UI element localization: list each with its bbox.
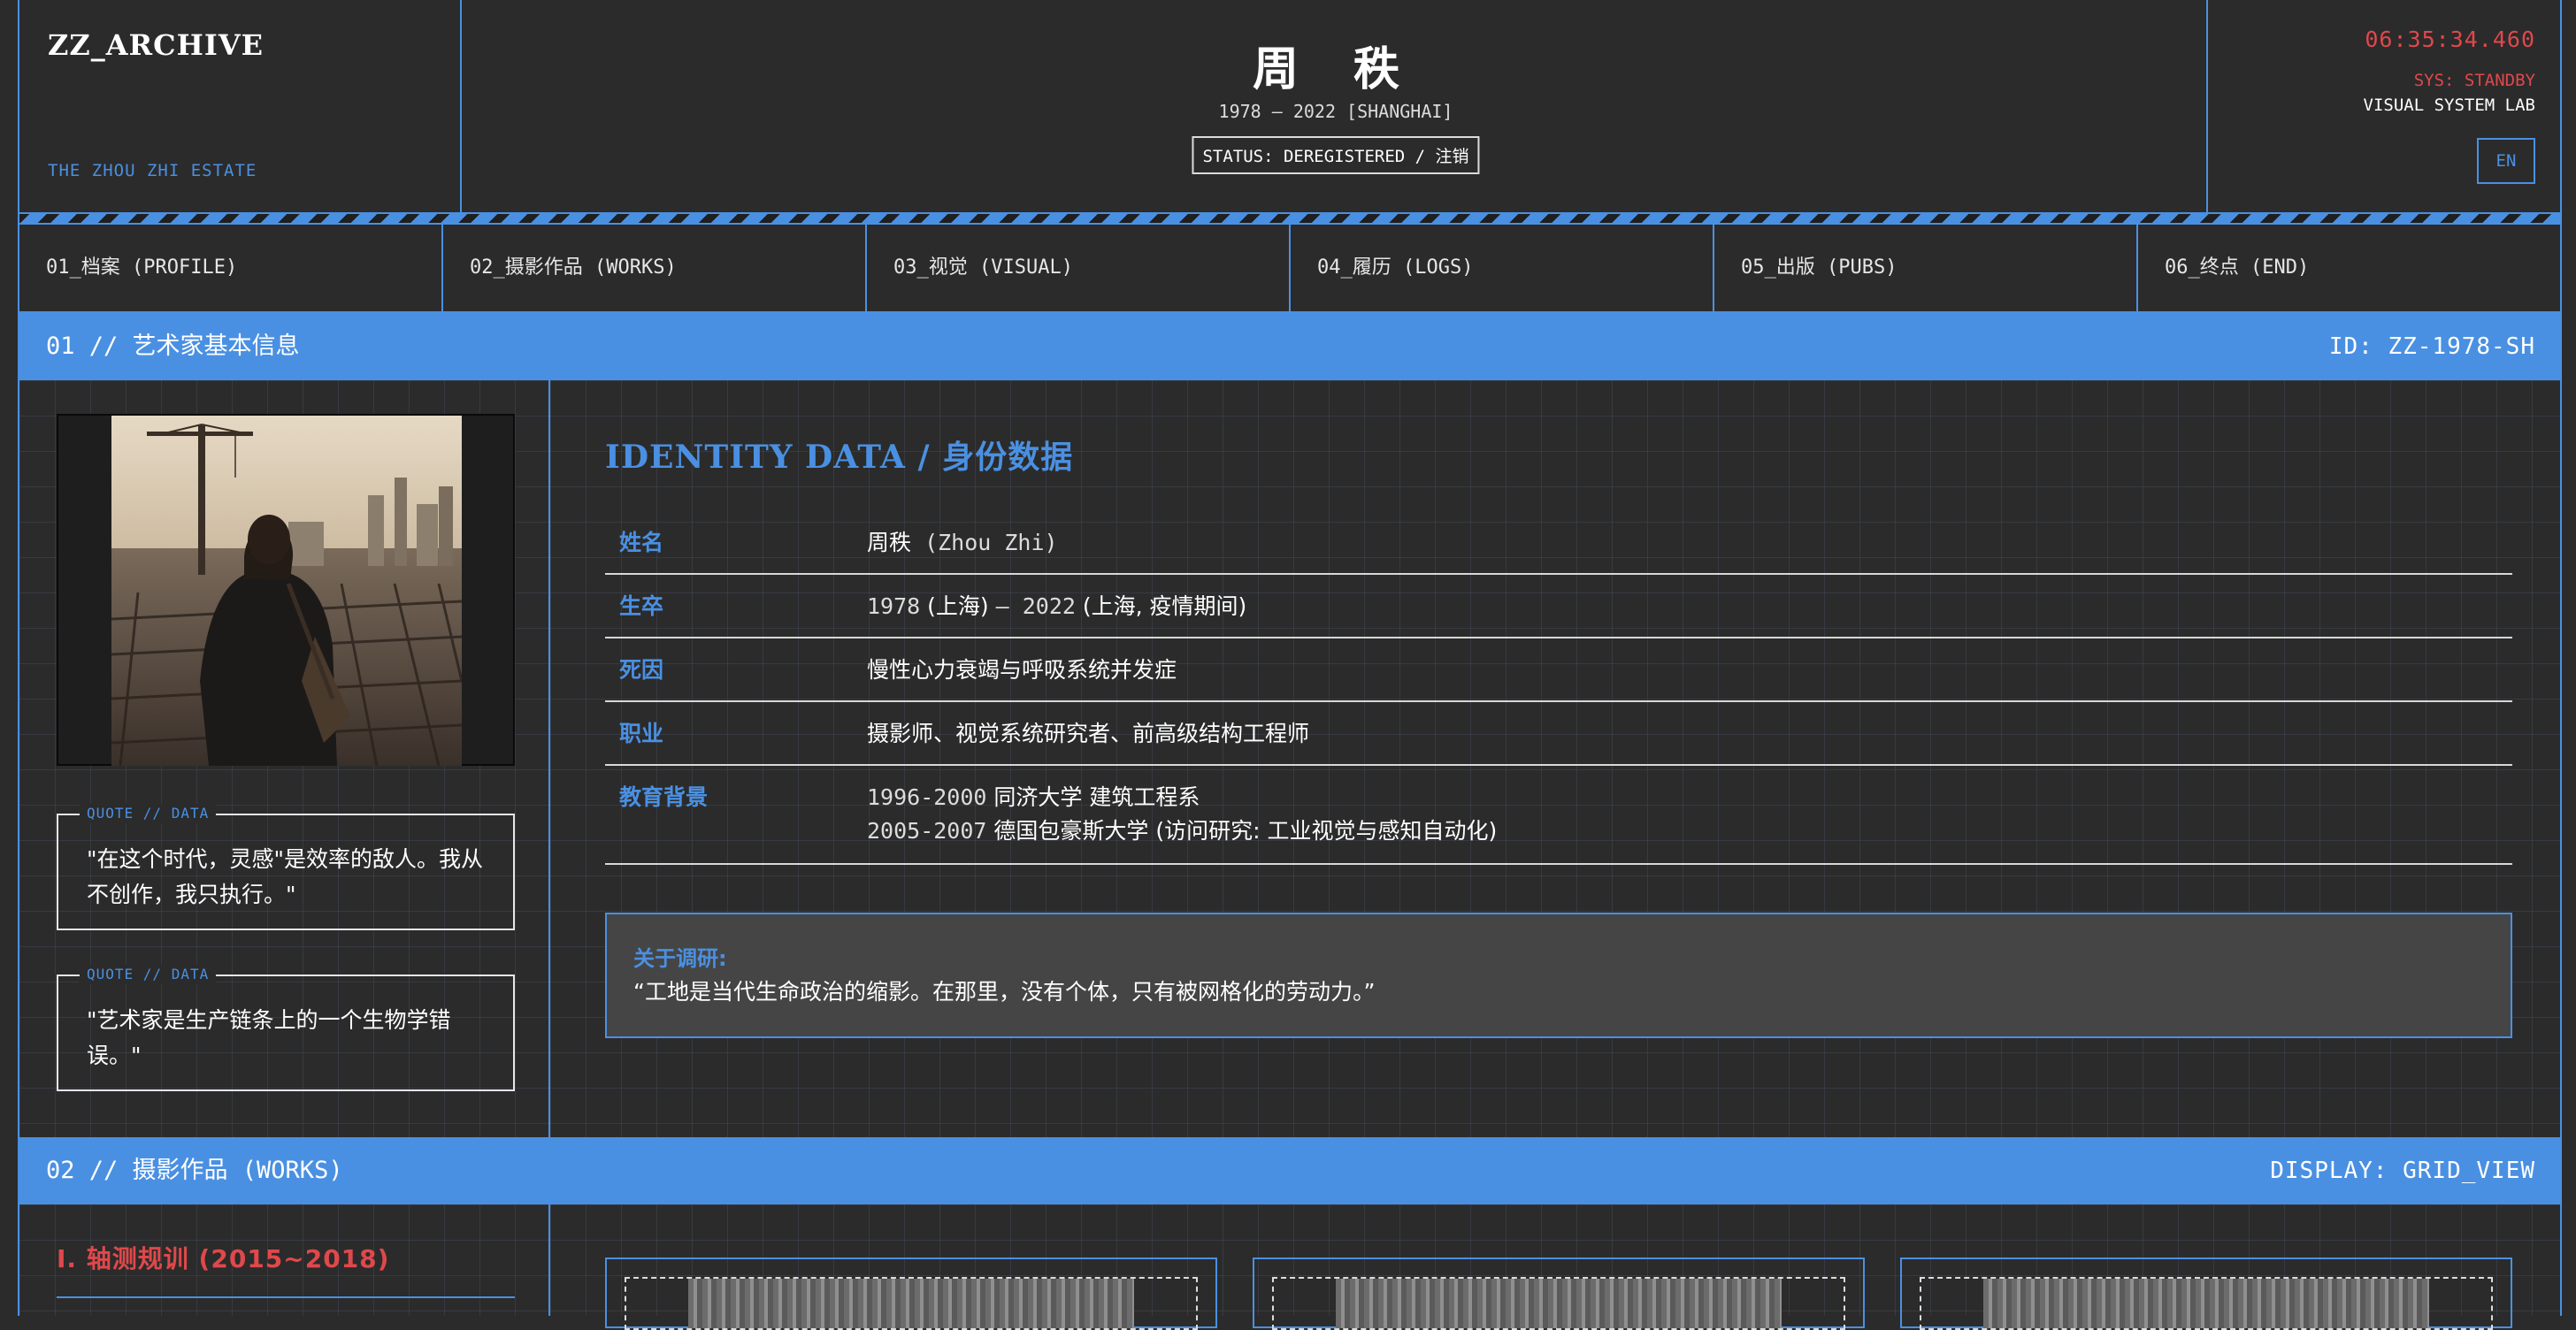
- language-toggle-button[interactable]: EN: [2477, 138, 2535, 184]
- identity-value: 1978 (上海) — 2022 (上海, 疫情期间): [867, 575, 1246, 638]
- artist-portrait-photo[interactable]: [111, 416, 462, 766]
- profile-section: QUOTE // DATA "在这个时代，灵感"是效率的敌人。我从不创作，我只执…: [19, 380, 2560, 1137]
- nav-tab-visual[interactable]: 03_视觉 (VISUAL): [867, 225, 1291, 311]
- identity-key: 死因: [619, 657, 664, 683]
- work-card-3[interactable]: [1900, 1257, 2512, 1330]
- work-image-frame: [625, 1277, 1198, 1330]
- research-text: “工地是当代生命政治的缩影。在那里，没有个体，只有被网格化的劳动力。”: [633, 979, 1376, 1005]
- series-divider: [57, 1296, 515, 1298]
- portrait-frame: [57, 414, 515, 766]
- identity-key: 教育背景: [619, 784, 709, 810]
- work-image-frame: [1272, 1277, 1845, 1330]
- education-years: 1996-2000: [867, 784, 987, 810]
- work-thumbnail[interactable]: [1983, 1279, 2429, 1328]
- nav-tab-works[interactable]: 02_摄影作品 (WORKS): [443, 225, 867, 311]
- site-header: ZZ_ARCHIVE THE ZHOU ZHI ESTATE 周 秩 1978 …: [19, 0, 2560, 212]
- research-title: 关于调研:: [633, 946, 727, 971]
- artist-dates: 1978 — 2022 [SHANGHAI]: [1218, 101, 1453, 122]
- education-text: 同济大学 建筑工程系: [986, 784, 1200, 810]
- system-clock: 06:35:34.460: [2365, 27, 2535, 52]
- work-card-2[interactable]: [1253, 1257, 1865, 1330]
- quote-card-1: QUOTE // DATA "在这个时代，灵感"是效率的敌人。我从不创作，我只执…: [57, 804, 515, 930]
- header-left-panel: ZZ_ARCHIVE THE ZHOU ZHI ESTATE: [19, 0, 462, 212]
- identity-value: 慢性心力衰竭与呼吸系统并发症: [867, 657, 1177, 683]
- profile-left-column: QUOTE // DATA "在这个时代，灵感"是效率的敌人。我从不创作，我只执…: [19, 380, 550, 1137]
- quote-text: "艺术家是生产链条上的一个生物学错误。": [87, 1007, 451, 1068]
- education-text: 德国包豪斯大学 (访问研究: 工业视觉与感知自动化): [986, 818, 1498, 844]
- nav-tab-profile[interactable]: 01_档案 (PROFILE): [19, 225, 443, 311]
- header-center-panel: 周 秩 1978 — 2022 [SHANGHAI] STATUS: DEREG…: [462, 0, 2210, 212]
- nav-tab-logs[interactable]: 04_履历 (LOGS): [1291, 225, 1714, 311]
- identity-row-life: 生卒 1978 (上海) — 2022 (上海, 疫情期间): [605, 575, 2512, 638]
- system-status: SYS: STANDBY: [2413, 71, 2535, 90]
- identity-key: 生卒: [619, 593, 664, 619]
- quote-text: "在这个时代，灵感"是效率的敌人。我从不创作，我只执行。": [87, 846, 483, 907]
- identity-row-occupation: 职业 摄影师、视觉系统研究者、前高级结构工程师: [605, 702, 2512, 766]
- nav-tab-end[interactable]: 06_终点 (END): [2138, 225, 2560, 311]
- quote-card-2: QUOTE // DATA "艺术家是生产链条上的一个生物学错误。": [57, 965, 515, 1091]
- construction-site-photo-icon: [111, 416, 462, 766]
- birth-place: (上海): [920, 593, 996, 619]
- work-image-frame: [1920, 1277, 2493, 1330]
- research-note-box: 关于调研: “工地是当代生命政治的缩影。在那里，没有个体，只有被网格化的劳动力。…: [605, 913, 2512, 1038]
- death-year: — 2022: [995, 593, 1076, 619]
- identity-key: 姓名: [619, 530, 664, 555]
- identity-table: 姓名 周秩 (Zhou Zhi) 生卒 1978 (上海) — 2022 (上海…: [605, 511, 2512, 865]
- work-card-1[interactable]: [605, 1257, 1217, 1330]
- nav-tab-pubs[interactable]: 05_出版 (PUBS): [1714, 225, 2138, 311]
- archive-page: ZZ_ARCHIVE THE ZHOU ZHI ESTATE 周 秩 1978 …: [18, 0, 2562, 1330]
- artist-id: ID: ZZ-1978-SH: [2328, 333, 2535, 360]
- identity-data-title: IDENTITY DATA / 身份数据: [605, 439, 1074, 476]
- display-mode[interactable]: DISPLAY: GRID_VIEW: [2270, 1137, 2535, 1204]
- series-title: I. 轴测规训 (2015~2018): [57, 1244, 390, 1273]
- lab-label: VISUAL SYSTEM LAB: [2363, 96, 2535, 115]
- name-latin: (Zhou Zhi): [911, 530, 1058, 555]
- identity-row-education: 教育背景 1996-2000 同济大学 建筑工程系 2005-2007 德国包豪…: [605, 766, 2512, 865]
- works-left-column: I. 轴测规训 (2015~2018): [19, 1204, 550, 1316]
- status-badge: STATUS: DEREGISTERED / 注销: [1192, 136, 1480, 174]
- name-chinese: 周秩: [867, 530, 912, 555]
- birth-year: 1978: [867, 593, 921, 619]
- section-header-profile: 01 // 艺术家基本信息 ID: ZZ-1978-SH: [19, 313, 2560, 380]
- works-section: I. 轴测规训 (2015~2018): [19, 1204, 2560, 1330]
- section-title: 02 // 摄影作品 (WORKS): [46, 1157, 343, 1184]
- estate-subtitle: THE ZHOU ZHI ESTATE: [48, 161, 257, 180]
- identity-value: 周秩 (Zhou Zhi): [867, 511, 1058, 575]
- section-header-works: 02 // 摄影作品 (WORKS) DISPLAY: GRID_VIEW: [19, 1137, 2560, 1204]
- main-nav: 01_档案 (PROFILE) 02_摄影作品 (WORKS) 03_视觉 (V…: [19, 225, 2560, 313]
- education-line: 2005-2007 德国包豪斯大学 (访问研究: 工业视觉与感知自动化): [867, 814, 1497, 845]
- education-years: 2005-2007: [867, 818, 987, 844]
- education-line: 1996-2000 同济大学 建筑工程系: [867, 780, 1200, 812]
- identity-key: 职业: [619, 721, 664, 746]
- hazard-stripe-divider: [19, 212, 2560, 225]
- artist-name: 周 秩: [1252, 42, 1420, 96]
- profile-right-column: IDENTITY DATA / 身份数据 姓名 周秩 (Zhou Zhi) 生卒…: [550, 380, 2560, 1137]
- death-place: (上海, 疫情期间): [1075, 593, 1247, 619]
- quote-label: QUOTE // DATA: [80, 804, 217, 823]
- identity-row-name: 姓名 周秩 (Zhou Zhi): [605, 511, 2512, 575]
- section-title: 01 // 艺术家基本信息: [46, 332, 300, 360]
- header-right-panel: 06:35:34.460 SYS: STANDBY VISUAL SYSTEM …: [2206, 0, 2560, 212]
- quote-label: QUOTE // DATA: [80, 965, 217, 984]
- identity-row-death-cause: 死因 慢性心力衰竭与呼吸系统并发症: [605, 638, 2512, 702]
- identity-value: 摄影师、视觉系统研究者、前高级结构工程师: [867, 721, 1310, 746]
- work-thumbnail[interactable]: [1336, 1279, 1782, 1328]
- site-logo[interactable]: ZZ_ARCHIVE: [48, 28, 264, 62]
- work-thumbnail[interactable]: [688, 1279, 1134, 1328]
